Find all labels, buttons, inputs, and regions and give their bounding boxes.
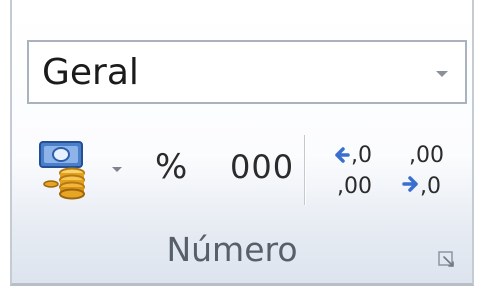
decrease-decimal-top-label: ,00	[409, 143, 444, 168]
increase-decimal-bottom-label: ,00	[337, 174, 372, 199]
accounting-number-format-icon	[39, 141, 85, 200]
comma-style-label: 000	[230, 148, 295, 186]
increase-decimal-top-label: ,0	[351, 143, 372, 168]
percent-style-label: %	[155, 147, 189, 187]
increase-decimal-button[interactable]: ,0 ,00	[332, 139, 392, 201]
accounting-number-format-button[interactable]	[38, 139, 134, 201]
number-format-value: Geral	[42, 52, 139, 93]
dialog-launcher-icon	[438, 251, 454, 267]
chevron-down-icon[interactable]	[112, 167, 122, 172]
decrease-decimal-button[interactable]: ,00 ,0	[400, 139, 464, 201]
decrease-decimal-icon: ,00 ,0	[402, 143, 444, 199]
percent-style-button[interactable]: %	[150, 139, 210, 201]
dialog-launcher-button[interactable]	[438, 251, 456, 269]
increase-decimal-icon: ,0 ,00	[335, 143, 372, 199]
group-label: Número	[166, 230, 298, 269]
toolbar-separator	[304, 135, 305, 205]
number-format-dropdown[interactable]: Geral	[27, 40, 467, 104]
decrease-decimal-bottom-label: ,0	[420, 174, 441, 199]
chevron-down-icon[interactable]	[436, 71, 448, 77]
comma-style-button[interactable]: 000	[226, 139, 295, 201]
